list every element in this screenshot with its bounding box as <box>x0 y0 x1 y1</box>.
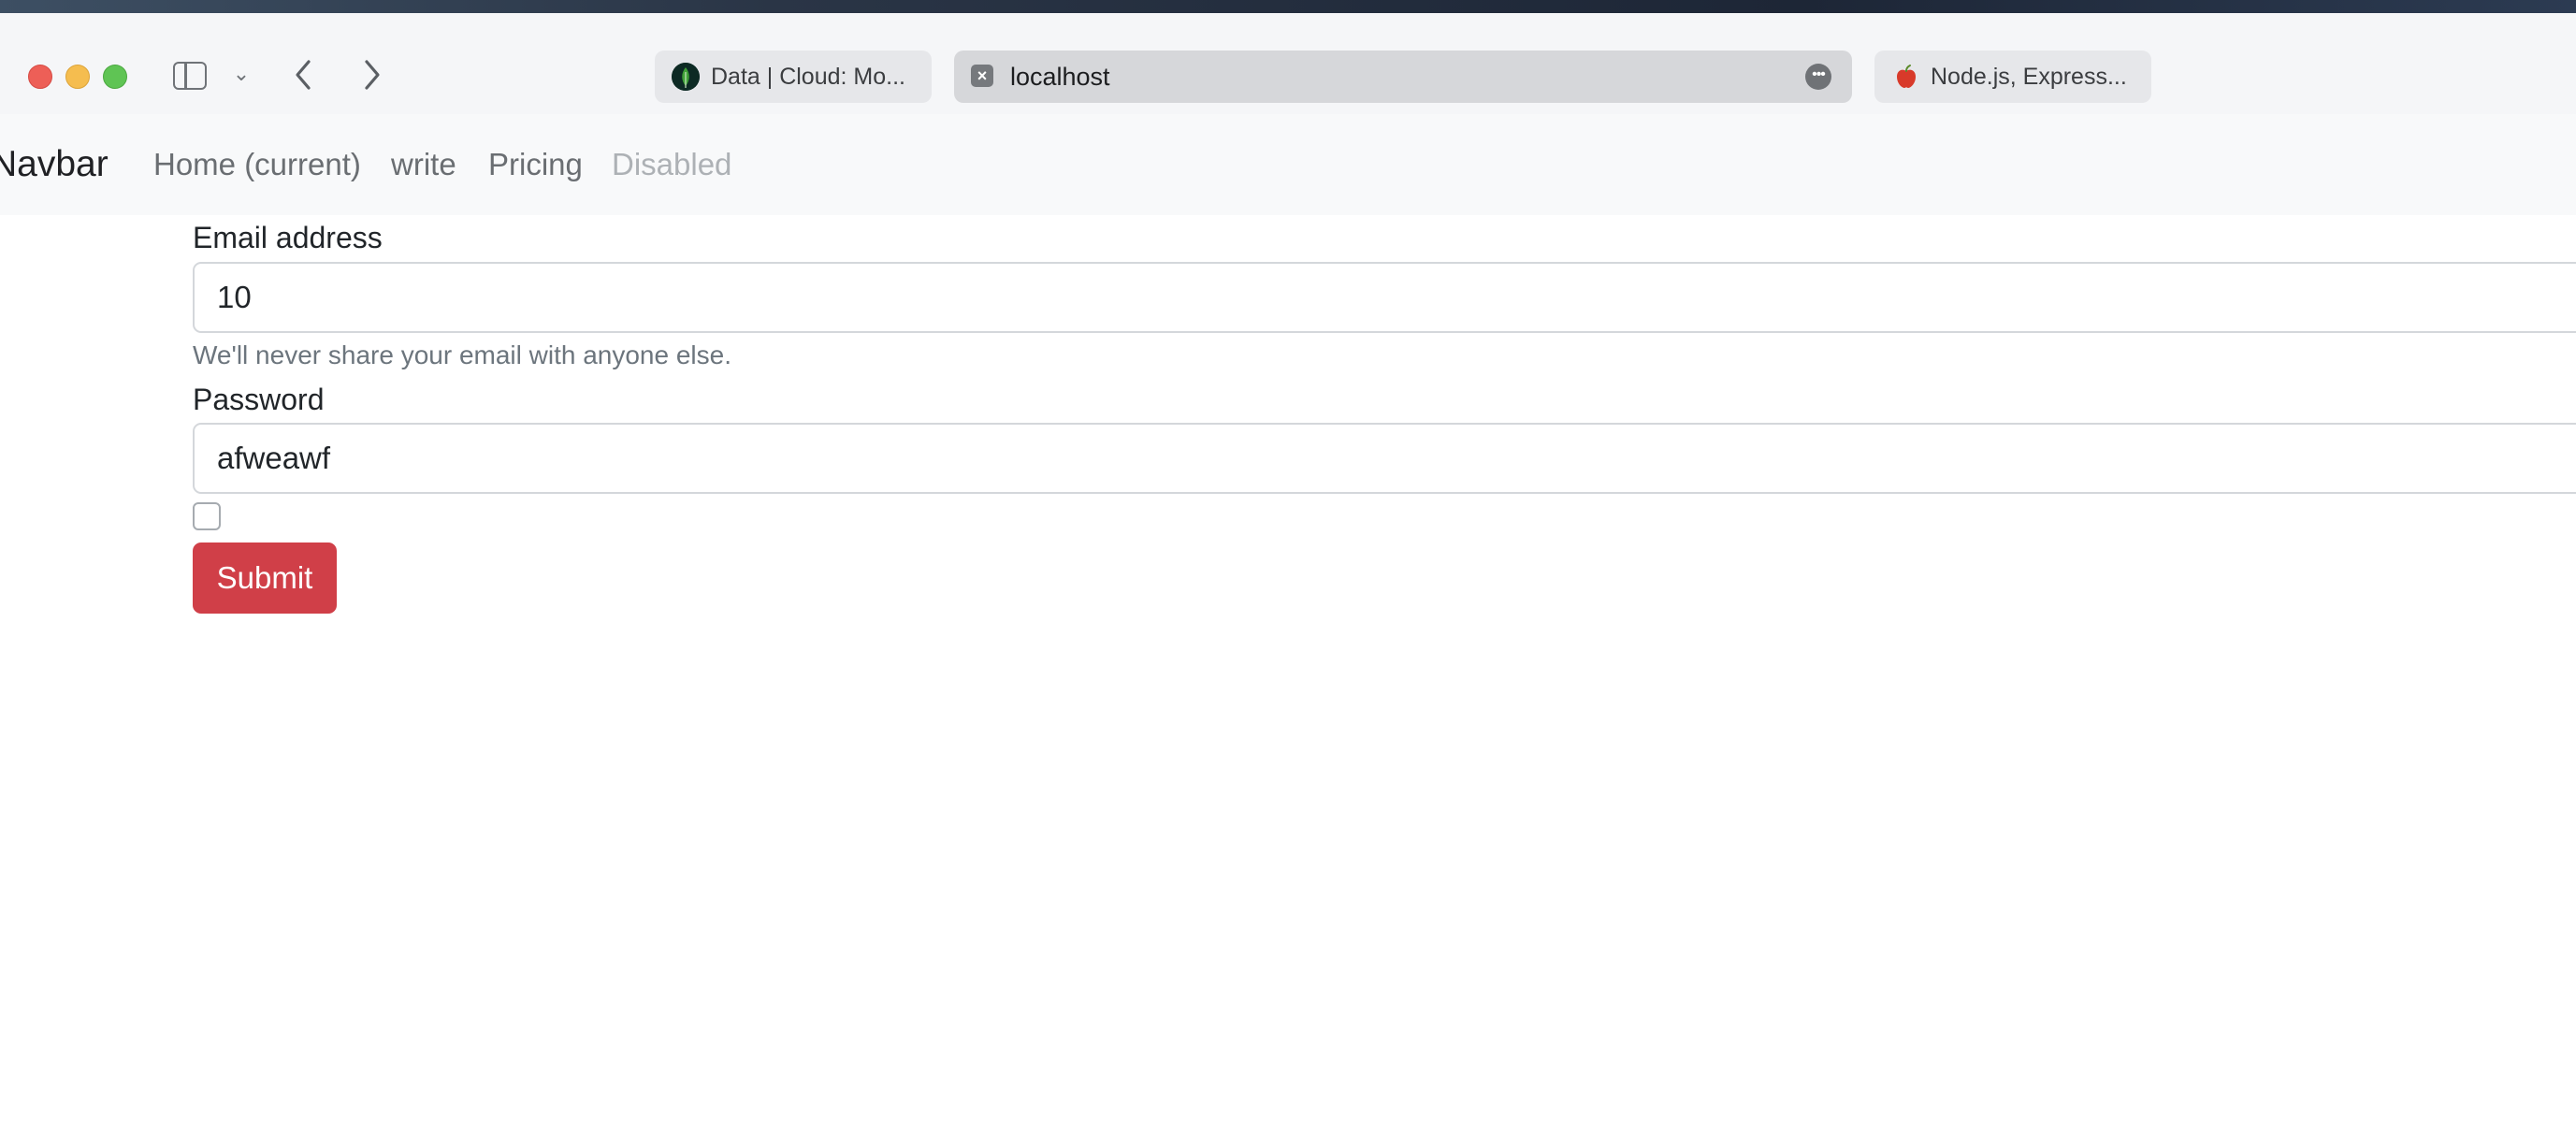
more-options-icon[interactable]: ••• <box>1805 64 1831 90</box>
email-label: Email address <box>193 221 383 254</box>
navbar-brand[interactable]: Navbar <box>0 114 109 215</box>
nav-link-disabled: Disabled <box>612 147 732 181</box>
tab-nodejs[interactable]: Node.js, Express... <box>1874 51 2151 103</box>
back-arrow-icon[interactable] <box>288 54 320 95</box>
email-field[interactable] <box>193 262 2576 333</box>
password-label: Password <box>193 383 325 416</box>
zoom-window-button[interactable] <box>103 65 127 89</box>
close-tab-icon[interactable]: × <box>971 65 993 87</box>
password-field[interactable] <box>193 423 2576 494</box>
tab-label: Node.js, Express... <box>1931 64 2127 90</box>
tab-mongodb[interactable]: Data | Cloud: Mo... <box>655 51 932 103</box>
nav-link-pricing[interactable]: Pricing <box>488 114 583 215</box>
sidebar-toggle-icon[interactable] <box>173 62 207 90</box>
desktop-top-strip <box>0 0 2576 13</box>
forward-arrow-icon[interactable] <box>355 54 387 95</box>
close-window-button[interactable] <box>28 65 52 89</box>
submit-button[interactable]: Submit <box>193 543 337 614</box>
apple-icon <box>1897 65 1916 88</box>
nav-link-home[interactable]: Home (current) <box>153 114 361 215</box>
tab-label: Data | Cloud: Mo... <box>711 64 905 90</box>
minimize-window-button[interactable] <box>65 65 90 89</box>
email-help-text: We'll never share your email with anyone… <box>193 340 731 369</box>
browser-toolbar: ⌄ Data | Cloud: Mo... × localhost ••• No… <box>0 13 2576 114</box>
nav-link-write[interactable]: write <box>391 114 456 215</box>
navbar: Navbar Home (current) write Pricing Disa… <box>0 114 2576 215</box>
check-me-checkbox[interactable] <box>193 502 221 530</box>
mongodb-leaf-icon <box>672 63 700 91</box>
chevron-down-icon[interactable]: ⌄ <box>232 62 251 86</box>
tab-localhost[interactable]: × localhost ••• <box>954 51 1852 103</box>
tab-label: localhost <box>1010 63 1110 91</box>
